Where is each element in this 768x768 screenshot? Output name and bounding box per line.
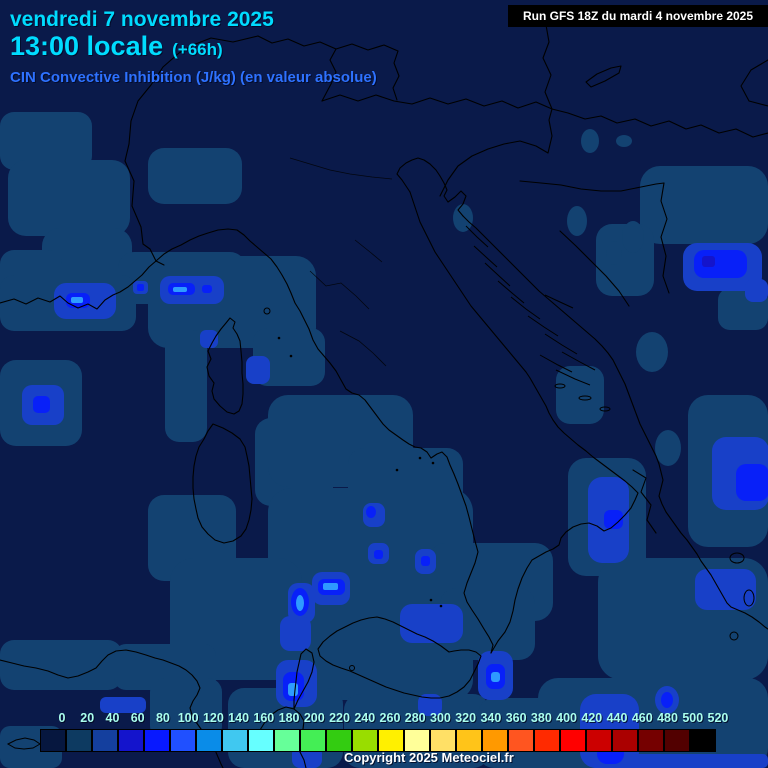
weather-map-page: vendredi 7 novembre 2025 13:00 locale (+6…	[0, 0, 768, 768]
model-run-info: Run GFS 18Z du mardi 4 novembre 2025	[508, 5, 768, 27]
cin-patches	[0, 112, 768, 768]
parameter-title: CIN Convective Inhibition (J/kg) (en val…	[10, 69, 377, 86]
forecast-time-row: 13:00 locale (+66h)	[10, 31, 223, 62]
forecast-offset: (+66h)	[172, 40, 223, 59]
map-canvas	[0, 24, 768, 768]
forecast-date: vendredi 7 novembre 2025	[10, 8, 274, 31]
forecast-time: 13:00 locale	[10, 31, 164, 61]
copyright-text: Copyright 2025 Meteociel.fr	[344, 750, 514, 765]
